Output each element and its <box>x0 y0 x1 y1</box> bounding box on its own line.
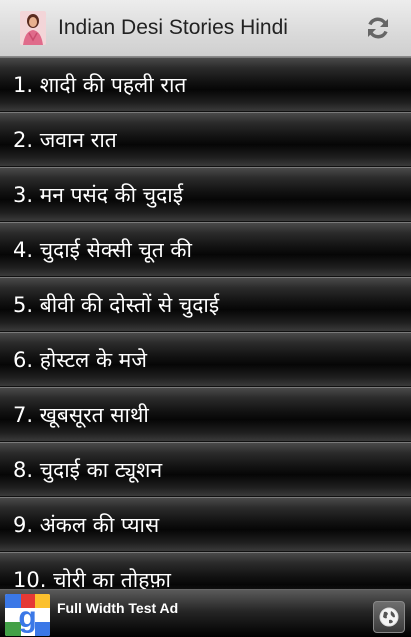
list-item[interactable]: 8. चुदाई का ट्यूशन <box>0 442 411 497</box>
refresh-icon[interactable] <box>363 13 393 43</box>
list-item[interactable]: 3. मन पसंद की चुदाई <box>0 167 411 222</box>
list-item[interactable]: 7. खूबसूरत साथी <box>0 387 411 442</box>
story-title: 6. होस्टल के मजे <box>13 347 147 372</box>
list-item[interactable]: 9. अंकल की प्यास <box>0 497 411 552</box>
list-item[interactable]: 1. शादी की पहली रात <box>0 57 411 112</box>
story-title: 10. चोरी का तोहफ़ा <box>13 567 171 590</box>
ad-text: Full Width Test Ad <box>57 600 179 616</box>
app-title: Indian Desi Stories Hindi <box>58 16 288 39</box>
story-list[interactable]: 1. शादी की पहली रात 2. जवान रात 3. मन पस… <box>0 57 411 589</box>
ad-banner[interactable]: g Full Width Test Ad <box>0 589 411 637</box>
story-title: 3. मन पसंद की चुदाई <box>13 182 184 207</box>
story-title: 8. चुदाई का ट्यूशन <box>13 457 163 482</box>
list-item[interactable]: 6. होस्टल के मजे <box>0 332 411 387</box>
list-item[interactable]: 10. चोरी का तोहफ़ा <box>0 552 411 589</box>
story-title: 2. जवान रात <box>13 127 117 152</box>
list-item[interactable]: 2. जवान रात <box>0 112 411 167</box>
woman-avatar-icon <box>16 8 50 48</box>
story-title: 9. अंकल की प्यास <box>13 512 160 537</box>
list-item[interactable]: 5. बीवी की दोस्तों से चुदाई <box>0 277 411 332</box>
app-bar: Indian Desi Stories Hindi <box>0 0 411 57</box>
globe-icon[interactable] <box>373 601 405 633</box>
google-logo-icon: g <box>5 594 50 636</box>
svg-text:g: g <box>18 601 36 634</box>
story-title: 4. चुदाई सेक्सी चूत की <box>13 237 192 262</box>
story-title: 5. बीवी की दोस्तों से चुदाई <box>13 292 220 317</box>
story-title: 1. शादी की पहली रात <box>13 72 187 97</box>
story-title: 7. खूबसूरत साथी <box>13 402 149 427</box>
list-item[interactable]: 4. चुदाई सेक्सी चूत की <box>0 222 411 277</box>
